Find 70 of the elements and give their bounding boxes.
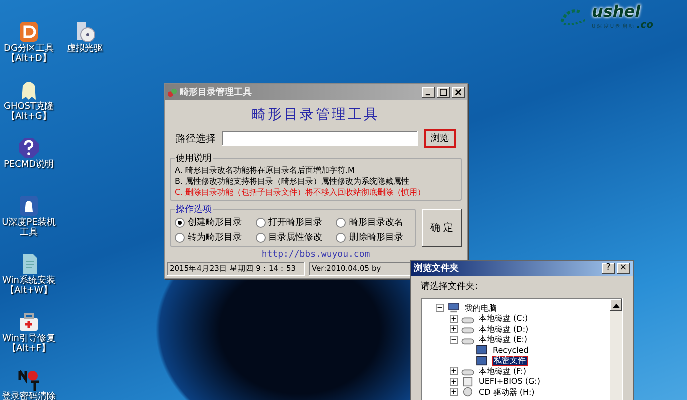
group-legend: 操作选项 <box>175 203 213 216</box>
logo-text: ushel <box>592 4 642 20</box>
option-label[interactable]: 创建畸形目录 <box>188 216 242 229</box>
desktop-icon-label[interactable]: 登录密码清除 <box>2 392 56 400</box>
desktop-icon-label[interactable]: U深度PE装机 工具 <box>2 218 56 238</box>
instruction-text: B. 属性修改功能支持将目录（畸形目录）属性修改为系统隐藏属性 <box>175 176 411 187</box>
dialog-prompt: 请选择文件夹: <box>421 280 480 293</box>
window-title: 畸形目录管理工具 <box>180 86 252 98</box>
browse-button[interactable]: 浏览 <box>424 129 456 148</box>
help-icon[interactable] <box>17 136 41 160</box>
instruction-text: A. 畸形目录改名功能将在原目录名后面增加字符.M <box>175 165 356 176</box>
group-legend: 使用说明 <box>175 152 213 165</box>
desktop-icon-label[interactable]: PECMD说明 <box>4 160 54 170</box>
option-label[interactable]: 转为畸形目录 <box>188 231 242 244</box>
cd-icon <box>461 387 475 398</box>
minimize-button[interactable] <box>422 86 435 98</box>
radio-button[interactable] <box>175 218 185 228</box>
radio-button[interactable] <box>175 232 185 242</box>
tree-item[interactable]: 本地磁盘 (F:) <box>478 366 528 377</box>
radio-button[interactable] <box>336 218 346 228</box>
close-button[interactable] <box>452 86 465 98</box>
option-label[interactable]: 删除畸形目录 <box>349 231 404 244</box>
app-icon <box>167 86 178 98</box>
dialog-title: 浏览文件夹 <box>414 262 459 275</box>
app-heading: 畸形目录管理工具 <box>251 106 381 124</box>
logo-domain: .co <box>636 20 654 31</box>
radio-button[interactable] <box>336 232 346 242</box>
desktop-icon-label[interactable]: Win系统安装 【Alt+W】 <box>2 276 56 296</box>
tree-item[interactable]: 本地磁盘 (D:) <box>478 324 530 335</box>
desktop-icon-label[interactable]: 虚拟光驱 <box>67 44 103 54</box>
path-field[interactable] <box>222 131 418 146</box>
toolbox-icon[interactable] <box>17 310 41 334</box>
help-button[interactable]: ? <box>602 263 615 274</box>
tree-item[interactable]: 我的电脑 <box>464 302 498 314</box>
tree-item[interactable]: 本地磁盘 (E:) <box>478 334 529 346</box>
collapse-icon[interactable] <box>436 304 444 312</box>
tree-item[interactable]: 本地磁盘 (C:) <box>478 313 530 324</box>
expand-icon[interactable] <box>450 314 458 323</box>
expand-icon[interactable] <box>450 388 458 396</box>
close-button[interactable]: × <box>617 263 630 274</box>
instruction-text: C. 删除目录功能（包括子目录文件）将不移入回收站彻底删除（慎用） <box>175 187 427 198</box>
radio-button[interactable] <box>256 232 266 242</box>
tree-item[interactable]: 私密文件 <box>492 356 528 366</box>
path-label: 路径选择 <box>176 132 216 146</box>
folder-icon <box>475 345 489 356</box>
expand-icon[interactable] <box>450 367 458 376</box>
tree-item[interactable]: UEFI+BIOS (G:) <box>478 377 542 386</box>
expand-icon[interactable] <box>450 378 458 386</box>
computer-icon <box>447 303 461 314</box>
close-icon <box>455 88 462 96</box>
confirm-button[interactable]: 确 定 <box>422 209 462 247</box>
desktop-icon-label[interactable]: DG分区工具 【Alt+D】 <box>4 44 54 64</box>
expand-icon[interactable] <box>450 325 458 334</box>
collapse-icon[interactable] <box>450 336 458 344</box>
password-icon[interactable] <box>17 368 41 392</box>
forum-link[interactable]: http://bbs.wuyou.com <box>170 250 462 260</box>
removable-icon <box>461 376 475 387</box>
desktop-icon-label[interactable]: GHOST克隆 【Alt+G】 <box>4 102 54 122</box>
scroll-up-icon[interactable] <box>612 302 620 308</box>
tree-item[interactable]: CD 驱动器 (H:) <box>478 386 536 398</box>
partition-icon[interactable] <box>17 20 41 44</box>
folder-icon <box>475 356 489 366</box>
tree-item[interactable]: Recycled <box>492 346 530 355</box>
option-label[interactable]: 打开畸形目录 <box>268 216 323 229</box>
maximize-icon <box>440 88 447 96</box>
desktop-icon-label[interactable]: Win引导修复 【Alt+F】 <box>2 334 56 354</box>
maximize-button[interactable] <box>437 86 450 98</box>
option-label[interactable]: 目录属性修改 <box>268 231 323 244</box>
radio-button[interactable] <box>256 218 266 228</box>
option-label[interactable]: 畸形目录改名 <box>349 216 404 229</box>
